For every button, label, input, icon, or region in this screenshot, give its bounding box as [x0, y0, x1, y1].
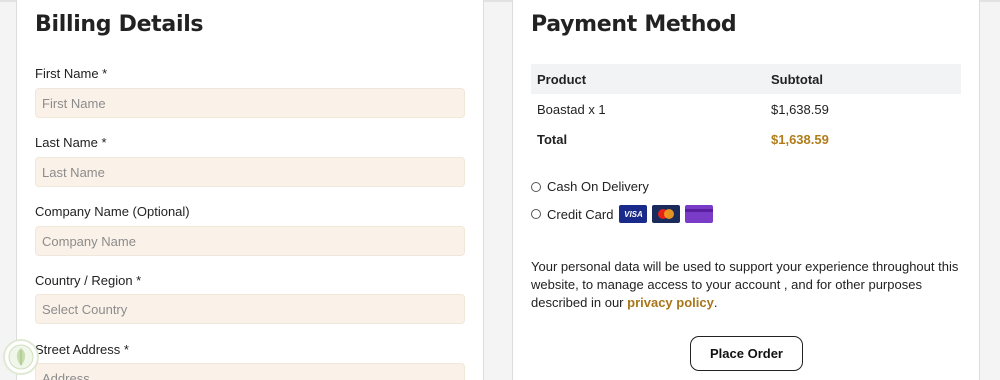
- company-name-label: Company Name (Optional): [35, 204, 190, 219]
- subtotal-column-header: Subtotal: [765, 64, 961, 94]
- checkout-page: Billing Details First Name * Last Name *…: [0, 0, 1000, 380]
- last-name-field[interactable]: [35, 157, 465, 187]
- table-header-row: Product Subtotal: [531, 64, 961, 94]
- first-name-label: First Name *: [35, 66, 108, 81]
- total-amount: $1,638.59: [771, 131, 829, 147]
- visa-card-icon: VISA: [619, 205, 648, 223]
- table-row: Boastad x 1 $1,638.59: [531, 94, 961, 124]
- company-name-field[interactable]: [35, 226, 465, 256]
- credit-card-radio[interactable]: [531, 209, 541, 219]
- first-name-field[interactable]: [35, 88, 465, 118]
- billing-title: Billing Details: [35, 12, 204, 37]
- cash-on-delivery-option[interactable]: Cash On Delivery: [531, 179, 649, 194]
- privacy-notice: Your personal data will be used to suppo…: [531, 258, 961, 312]
- order-summary-table: Product Subtotal Boastad x 1 $1,638.59 T…: [531, 64, 961, 154]
- payment-title: Payment Method: [531, 12, 737, 37]
- product-subtotal: $1,638.59: [771, 101, 829, 117]
- privacy-policy-link[interactable]: privacy policy: [627, 295, 714, 310]
- credit-card-label: Credit Card: [547, 206, 614, 222]
- total-label: Total: [537, 131, 568, 147]
- street-address-label: Street Address *: [35, 342, 129, 357]
- product-name: Boastad x 1: [537, 101, 606, 117]
- payment-panel: Payment Method Product Subtotal Boastad …: [512, 0, 980, 380]
- mastercard-icon: [652, 205, 681, 223]
- street-address-field[interactable]: [35, 363, 465, 380]
- visa-card-text: VISA: [624, 209, 643, 219]
- billing-panel: Billing Details First Name * Last Name *…: [16, 0, 484, 380]
- place-order-button[interactable]: Place Order: [690, 336, 803, 371]
- country-region-label: Country / Region *: [35, 273, 142, 288]
- credit-card-option[interactable]: Credit Card VISA: [531, 205, 714, 223]
- cash-on-delivery-radio[interactable]: [531, 181, 541, 192]
- leaf-shield-logo-icon: [3, 339, 39, 375]
- product-column-header: Product: [531, 64, 765, 94]
- privacy-period: .: [713, 295, 718, 310]
- privacy-text: Your personal data will be used to suppo…: [531, 259, 959, 310]
- country-select[interactable]: [35, 294, 465, 324]
- total-row: Total $1,638.59: [531, 124, 961, 154]
- last-name-label: Last Name *: [35, 135, 107, 150]
- cash-on-delivery-label: Cash On Delivery: [547, 179, 649, 194]
- generic-card-icon: [685, 205, 714, 223]
